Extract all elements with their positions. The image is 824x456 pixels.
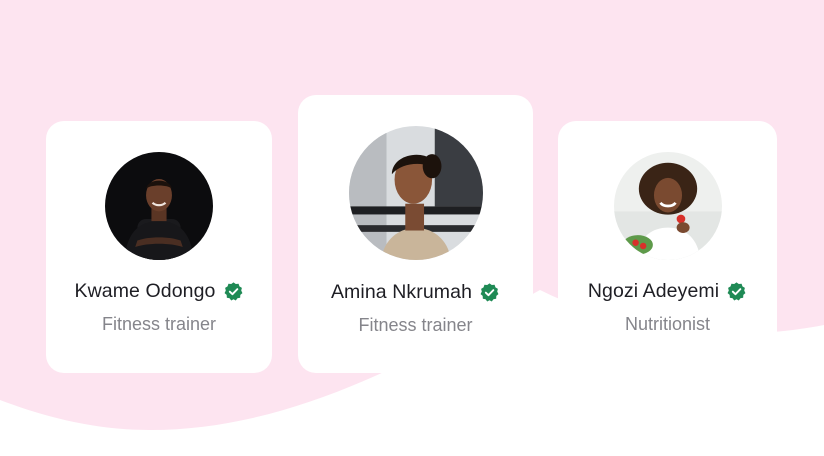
name-row: Kwame Odongo [74,280,243,303]
verified-badge-icon [479,282,500,303]
profile-name: Ngozi Adeyemi [587,280,720,302]
verified-badge-icon [223,281,244,302]
profile-role: Fitness trainer [101,314,217,334]
verified-badge-icon [726,281,747,302]
avatar [105,152,213,260]
profile-role: Fitness trainer [358,315,473,335]
avatar [613,152,722,260]
profile-card-ngozi-adeyemi[interactable]: Ngozi Adeyemi Nutritionist [558,121,777,373]
profile-role: Nutritionist [624,314,711,334]
profile-name: Amina Nkrumah [330,281,473,303]
name-row: Amina Nkrumah [331,281,500,304]
profile-card-kwame-odongo[interactable]: Kwame Odongo Fitness trainer [46,121,272,373]
name-row: Ngozi Adeyemi [588,280,747,303]
avatar [348,126,483,260]
profile-card-amina-nkrumah[interactable]: Amina Nkrumah Fitness trainer [298,95,533,373]
profile-name: Kwame Odongo [74,280,216,302]
